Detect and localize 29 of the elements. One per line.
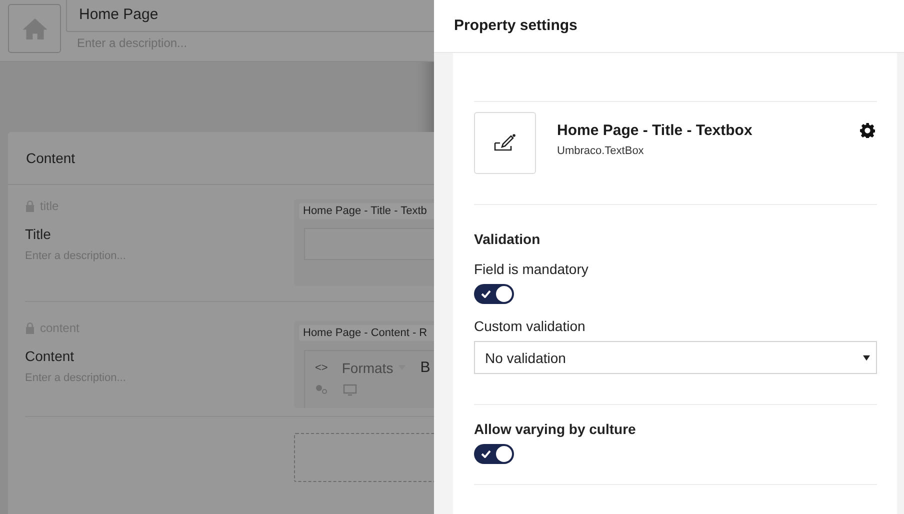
name-field[interactable]: Home Page	[66, 0, 434, 32]
editor-icon-box[interactable]	[474, 112, 536, 174]
editor-label: Home Page - Content - R	[299, 325, 434, 341]
toggle-switch[interactable]	[474, 284, 514, 304]
panel-title: Property settings	[434, 0, 904, 53]
section-heading: Validation	[474, 231, 542, 247]
gears-icon	[315, 384, 327, 394]
monitor-icon	[343, 384, 357, 396]
lock-icon	[25, 322, 35, 334]
check-icon	[481, 290, 491, 298]
property-label: Content	[25, 348, 76, 364]
toggle-switch[interactable]	[474, 444, 514, 464]
editor-alias: Umbraco.TextBox	[557, 145, 645, 157]
check-icon	[481, 450, 491, 458]
toolbar-button[interactable]: B	[420, 359, 430, 376]
toolbar-button[interactable]: Formats	[342, 360, 406, 376]
editor-name: Home Page - Title - Textbox	[557, 122, 754, 139]
pencil-icon	[494, 134, 516, 152]
field-label: Field is mandatory	[474, 261, 590, 277]
editor-label: Home Page - Title - Textb	[299, 203, 434, 219]
dropdown-arrow-icon	[863, 354, 870, 360]
settings-icon	[860, 123, 875, 138]
icon-button[interactable]	[8, 4, 61, 53]
field-label: Custom validation	[474, 318, 586, 334]
field-label: Allow varying by culture	[474, 421, 637, 437]
validation-dropdown[interactable]: No validation	[474, 341, 877, 374]
lock-icon	[25, 200, 35, 212]
toolbar-button[interactable]: <>	[315, 362, 328, 374]
property-label: Title	[25, 226, 52, 242]
